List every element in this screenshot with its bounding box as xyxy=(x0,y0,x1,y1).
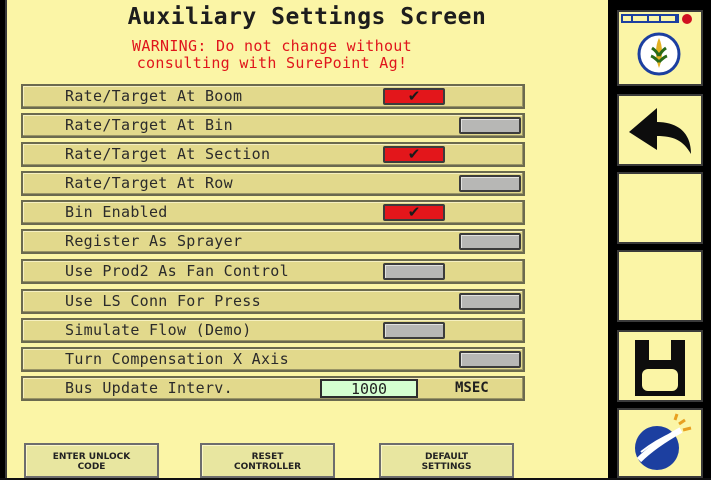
setting-label: Rate/Target At Boom xyxy=(65,87,243,105)
setting-row-turn-compensation-x-axis: Turn Compensation X Axis xyxy=(21,347,525,372)
setting-label: Bin Enabled xyxy=(65,203,168,221)
button-label-line-1: ENTER UNLOCK xyxy=(52,452,131,462)
setting-label: Use Prod2 As Fan Control xyxy=(65,262,289,280)
button-label-line-2: CODE xyxy=(77,462,106,472)
setting-row-bus-update-interval: Bus Update Interv. 1000 MSEC xyxy=(21,376,525,401)
button-label-line-2: SETTINGS xyxy=(421,462,472,472)
setting-label: Rate/Target At Row xyxy=(65,174,233,192)
setting-row-register-as-sprayer: Register As Sprayer xyxy=(21,229,525,254)
default-settings-button[interactable]: DEFAULT SETTINGS xyxy=(379,443,514,478)
setting-label: Rate/Target At Section xyxy=(65,145,271,163)
logo-icon xyxy=(621,14,692,76)
button-label-line-2: CONTROLLER xyxy=(233,462,302,472)
checkbox-turn-compensation-x-axis[interactable] xyxy=(459,351,521,368)
setting-row-rate-target-at-bin: Rate/Target At Bin xyxy=(21,113,525,138)
reset-controller-button[interactable]: RESET CONTROLLER xyxy=(200,443,335,478)
blank-button-2[interactable] xyxy=(617,250,703,322)
checkbox-rate-target-at-boom[interactable]: ✔ xyxy=(383,87,445,105)
button-label-line-1: DEFAULT xyxy=(424,452,469,462)
settings-panel: Auxiliary Settings Screen WARNING: Do no… xyxy=(5,0,608,478)
gps-button[interactable] xyxy=(617,408,703,478)
setting-label: Bus Update Interv. xyxy=(65,379,233,397)
save-icon xyxy=(635,340,685,396)
checkmark-icon: ✔ xyxy=(407,87,421,105)
setting-row-use-prod2-as-fan-control: Use Prod2 As Fan Control xyxy=(21,259,525,284)
checkbox-rate-target-at-bin[interactable] xyxy=(459,117,521,134)
setting-row-rate-target-at-boom: Rate/Target At Boom ✔ xyxy=(21,84,525,109)
setting-label: Turn Compensation X Axis xyxy=(65,350,289,368)
setting-row-simulate-flow: Simulate Flow (Demo) xyxy=(21,318,525,343)
checkbox-use-prod2-as-fan-control[interactable] xyxy=(383,263,445,280)
setting-label: Rate/Target At Bin xyxy=(65,116,233,134)
setting-row-use-ls-conn-for-press: Use LS Conn For Press xyxy=(21,289,525,314)
back-button[interactable] xyxy=(617,94,703,166)
setting-row-rate-target-at-row: Rate/Target At Row xyxy=(21,171,525,196)
checkmark-icon: ✔ xyxy=(407,203,421,221)
save-button[interactable] xyxy=(617,330,703,402)
warning-line-2: consulting with SurePoint Ag! xyxy=(136,54,408,72)
warning-text: WARNING: Do not change without consultin… xyxy=(7,38,537,72)
checkbox-register-as-sprayer[interactable] xyxy=(459,233,521,250)
page-title: Auxiliary Settings Screen xyxy=(127,4,487,30)
enter-unlock-code-button[interactable]: ENTER UNLOCK CODE xyxy=(24,443,159,478)
setting-row-rate-target-at-section: Rate/Target At Section ✔ xyxy=(21,142,525,167)
setting-label: Use LS Conn For Press xyxy=(65,292,261,310)
setting-label: Register As Sprayer xyxy=(65,232,243,250)
bus-update-interval-input[interactable]: 1000 xyxy=(320,379,418,398)
checkbox-bin-enabled[interactable]: ✔ xyxy=(383,203,445,221)
warning-line-1: WARNING: Do not change without xyxy=(132,37,412,55)
checkmark-icon: ✔ xyxy=(407,145,421,163)
checkbox-simulate-flow[interactable] xyxy=(383,322,445,339)
button-label-line-1: RESET xyxy=(251,452,284,462)
setting-row-bin-enabled: Bin Enabled ✔ xyxy=(21,200,525,225)
satellite-icon xyxy=(635,413,692,470)
blank-button-1[interactable] xyxy=(617,172,703,244)
checkbox-use-ls-conn-for-press[interactable] xyxy=(459,293,521,310)
back-arrow-icon xyxy=(629,108,691,154)
logo-button[interactable] xyxy=(617,10,703,86)
unit-label: MSEC xyxy=(455,380,489,396)
setting-label: Simulate Flow (Demo) xyxy=(65,321,252,339)
checkbox-rate-target-at-row[interactable] xyxy=(459,175,521,192)
screen: Auxiliary Settings Screen WARNING: Do no… xyxy=(0,0,711,478)
checkbox-rate-target-at-section[interactable]: ✔ xyxy=(383,145,445,163)
